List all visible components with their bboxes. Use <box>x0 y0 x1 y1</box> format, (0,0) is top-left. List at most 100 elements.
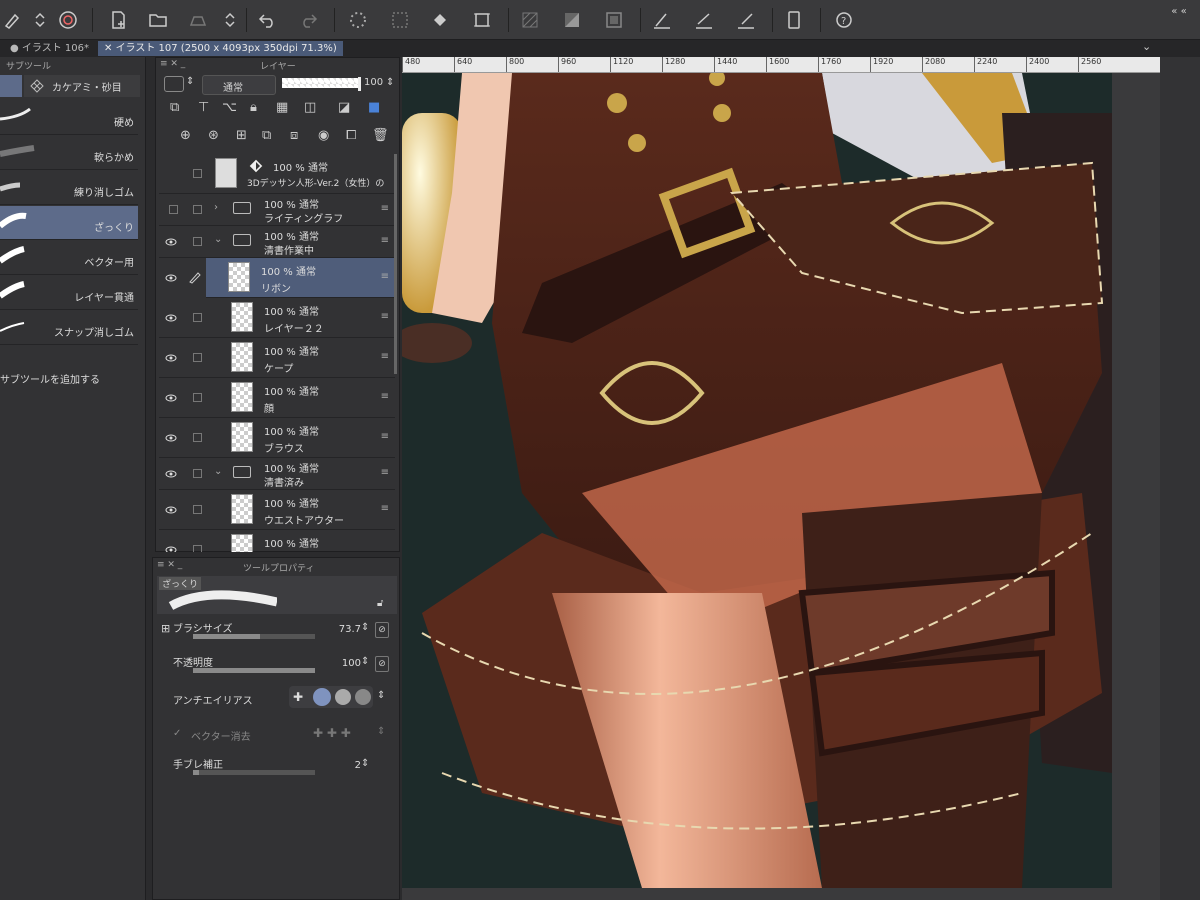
brush-icon[interactable] <box>0 8 24 32</box>
device-icon[interactable] <box>782 8 806 32</box>
chevron-down-icon[interactable]: ⌄ <box>1142 40 1151 53</box>
new-folder-icon[interactable]: ⊞ <box>236 128 247 143</box>
layer-row[interactable]: 100 % 通常 ケープ ≡ <box>159 338 395 378</box>
stabilization-slider[interactable] <box>193 770 315 775</box>
layer-menu-icon[interactable]: ≡ <box>381 503 389 514</box>
updown-stepper-icon[interactable]: ⇕ <box>361 656 369 667</box>
panel-menu-icon[interactable]: ≡ ✕ _ <box>160 59 185 69</box>
lock-checkbox[interactable] <box>193 393 202 402</box>
antialias-mid-option[interactable] <box>335 689 351 705</box>
eye-icon[interactable] <box>165 432 177 444</box>
eye-icon[interactable] <box>165 272 177 284</box>
visibility-off-box[interactable] <box>169 205 178 214</box>
clip-icon[interactable]: ⌥ <box>222 100 237 115</box>
layer-row[interactable]: 100 % 通常 レイヤー２２ ≡ <box>159 298 395 338</box>
eye-icon[interactable] <box>165 312 177 324</box>
new-raster-layer-icon[interactable]: ⊕ <box>180 128 191 143</box>
layer-menu-icon[interactable]: ≡ <box>381 351 389 362</box>
collapse-panels-icon[interactable]: « « <box>1164 4 1194 18</box>
eye-icon[interactable] <box>165 504 177 516</box>
layer-row[interactable]: 100 % 通常 3Dデッサン人形-Ver.2（女性）の <box>159 154 395 194</box>
lock-icon[interactable]: 🔓︎ <box>377 598 383 609</box>
chevron-down-icon[interactable]: ⌄ <box>214 234 222 245</box>
ruler-icon[interactable]: ◪ <box>338 100 350 115</box>
layer-row[interactable]: 100 % 通常 ウエストアウター ≡ <box>159 490 395 530</box>
layer-menu-icon[interactable]: ≡ <box>381 235 389 246</box>
updown-stepper-icon[interactable]: ⇕ <box>377 690 385 701</box>
layer-menu-icon[interactable]: ≡ <box>381 311 389 322</box>
layer-row-selected[interactable]: 100 % 通常 リボン ≡ <box>206 258 395 298</box>
eye-icon[interactable] <box>165 352 177 364</box>
transform-icon[interactable] <box>470 8 494 32</box>
layer-menu-icon[interactable]: ≡ <box>381 431 389 442</box>
spiral-icon[interactable] <box>56 8 80 32</box>
lock-checkbox[interactable] <box>193 353 202 362</box>
layer-menu-icon[interactable]: ≡ <box>381 203 389 214</box>
layer-color-icon[interactable]: ■ <box>368 100 380 115</box>
pressure-toggle[interactable]: ⊘ <box>375 622 389 638</box>
subtool-item-vector[interactable]: ベクター用 <box>0 241 138 275</box>
lock-checkbox[interactable] <box>193 169 202 178</box>
hatch-square-icon[interactable] <box>518 8 542 32</box>
loading-spinner-icon[interactable] <box>346 8 370 32</box>
updown-stepper-icon[interactable]: ⇕ <box>377 726 385 737</box>
updown-stepper-icon-2[interactable] <box>218 8 242 32</box>
dotted-square-icon[interactable] <box>388 8 412 32</box>
layer-scrollbar[interactable] <box>394 154 397 374</box>
subtool-item-zakkuri[interactable]: ざっくり <box>0 206 138 240</box>
subtool-item-nerikeshi[interactable]: 練り消しゴム <box>0 171 138 205</box>
lock-checkbox[interactable] <box>193 237 202 246</box>
updown-stepper-icon[interactable] <box>28 8 52 32</box>
lock-icon[interactable]: 🔒︎ <box>250 100 257 115</box>
mask-icon[interactable]: ◫ <box>304 100 316 115</box>
layer-row[interactable]: › 100 % 通常 ライティングラフ ≡ <box>159 194 395 226</box>
copy-layer-icon[interactable]: ⧉ <box>262 128 271 143</box>
brush-size-slider[interactable] <box>193 634 315 639</box>
subtool-item-snap-eraser[interactable]: スナップ消しゴム <box>0 311 138 345</box>
updown-stepper-icon[interactable]: ⇕ <box>361 758 369 769</box>
layer-color-button[interactable] <box>164 76 184 92</box>
updown-stepper-icon[interactable]: ⇕ <box>361 622 369 633</box>
lock-checkbox[interactable] <box>193 313 202 322</box>
layer-row[interactable]: 100 % 通常 <box>159 530 395 552</box>
tab-illust-107[interactable]: ✕ イラスト 107 (2500 x 4093px 350dpi 71.3%) <box>98 41 343 56</box>
lock-checkbox[interactable] <box>193 505 202 514</box>
antialias-weak-option[interactable] <box>313 688 331 706</box>
lock-checkbox[interactable] <box>193 433 202 442</box>
plus-icon[interactable]: ⊞ <box>161 622 170 635</box>
new-vector-layer-icon[interactable]: ⊛ <box>208 128 219 143</box>
opacity-slider[interactable] <box>193 668 315 673</box>
updown-stepper-icon[interactable]: ⇕ <box>386 77 394 88</box>
fill-bucket-icon[interactable] <box>428 8 452 32</box>
eraser-line-icon[interactable] <box>734 8 758 32</box>
lock-checkbox[interactable] <box>193 469 202 478</box>
redo-icon[interactable] <box>296 8 320 32</box>
help-icon[interactable]: ? <box>832 8 856 32</box>
pressure-toggle[interactable]: ⊘ <box>375 656 389 672</box>
lock-transparent-icon[interactable]: ▦ <box>276 100 288 115</box>
pen-line-icon[interactable] <box>650 8 674 32</box>
mask-add-icon[interactable]: ◉ <box>318 128 329 143</box>
category-kakeami[interactable]: カケアミ・砂目 <box>24 75 140 97</box>
merge-layer-icon[interactable]: ⧈ <box>290 128 298 143</box>
chevron-down-icon[interactable]: ⌄ <box>214 466 222 477</box>
tab-illust-106[interactable]: ● イラスト 106* <box>4 41 95 56</box>
reference-layer-icon[interactable]: ⧉ <box>170 100 179 115</box>
vector-erase-options[interactable]: ✚ ✚ ✚ <box>313 726 351 740</box>
artwork-canvas[interactable] <box>402 73 1112 888</box>
layer-row[interactable]: ⌄ 100 % 通常 清書作業中 ≡ <box>159 226 395 258</box>
gradient-square-icon[interactable] <box>560 8 584 32</box>
brush-line-icon[interactable] <box>692 8 716 32</box>
antialias-none-option[interactable]: ✚ <box>293 690 307 704</box>
open-folder-icon[interactable] <box>146 8 170 32</box>
opacity-slider[interactable] <box>282 78 358 88</box>
eye-icon[interactable] <box>165 392 177 404</box>
chevron-right-icon[interactable]: › <box>214 202 218 213</box>
eye-icon[interactable] <box>165 236 177 248</box>
subtool-group-tab[interactable] <box>0 75 22 97</box>
panel-menu-icon[interactable]: ≡ ✕ _ <box>157 560 182 570</box>
new-file-icon[interactable] <box>106 8 130 32</box>
antialias-selector[interactable]: ✚ <box>289 686 373 708</box>
add-subtool-link[interactable]: サブツールを追加する <box>0 371 100 386</box>
layer-menu-icon[interactable]: ≡ <box>381 391 389 402</box>
